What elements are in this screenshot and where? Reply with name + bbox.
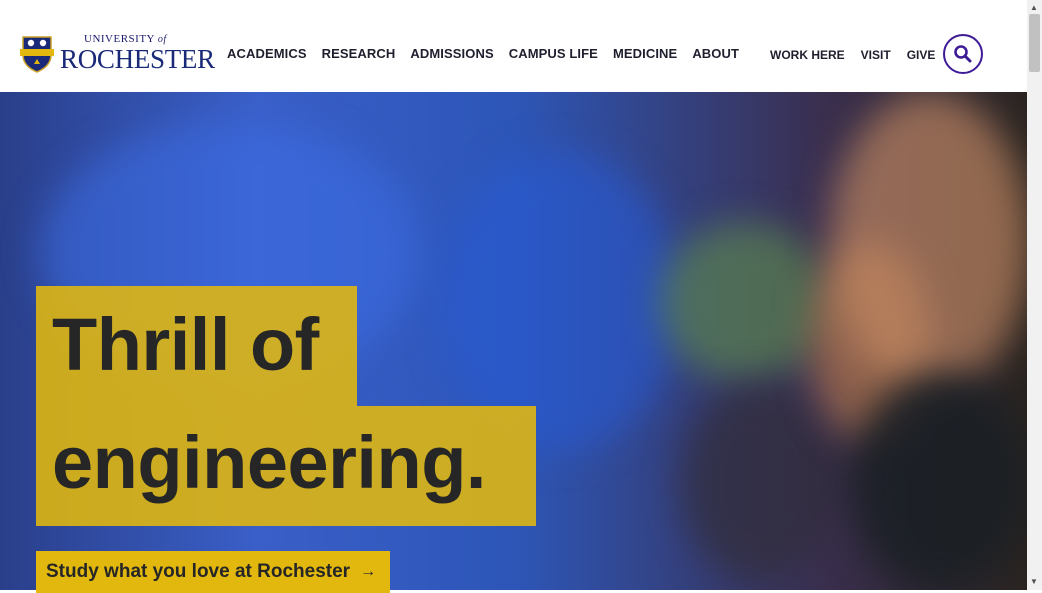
page-scrollbar[interactable]: ▲ ▼ [1027, 0, 1042, 590]
nav-visit[interactable]: VISIT [861, 48, 891, 62]
nav-about[interactable]: ABOUT [692, 46, 739, 61]
cta-label: Study what you love at Rochester [46, 561, 351, 582]
study-cta-button[interactable]: Study what you love at Rochester → [36, 551, 390, 593]
nav-medicine[interactable]: MEDICINE [613, 46, 677, 61]
main-navigation: ACADEMICS RESEARCH ADMISSIONS CAMPUS LIF… [227, 46, 754, 61]
nav-campus-life[interactable]: CAMPUS LIFE [509, 46, 598, 61]
site-header: UNIVERSITY of ROCHESTER ACADEMICS RESEAR… [0, 0, 1027, 92]
nav-admissions[interactable]: ADMISSIONS [410, 46, 493, 61]
nav-give[interactable]: GIVE [907, 48, 936, 62]
arrow-right-icon: → [360, 563, 377, 580]
university-logo[interactable]: UNIVERSITY of ROCHESTER [20, 34, 215, 73]
hero-headline-line2: engineering. [52, 421, 486, 504]
scroll-down-icon[interactable]: ▼ [1030, 577, 1038, 586]
logo-rochester-text: ROCHESTER [60, 44, 215, 74]
nav-research[interactable]: RESEARCH [322, 46, 396, 61]
hero-headline-line1: Thrill of [52, 303, 319, 386]
scrollbar-thumb[interactable] [1029, 14, 1040, 72]
scroll-up-icon[interactable]: ▲ [1030, 3, 1038, 12]
nav-academics[interactable]: ACADEMICS [227, 46, 307, 61]
nav-work-here[interactable]: WORK HERE [770, 48, 845, 62]
search-button[interactable] [943, 34, 983, 74]
utility-navigation: WORK HERE VISIT GIVE [770, 48, 951, 62]
shield-icon [20, 35, 54, 73]
search-icon [954, 45, 972, 63]
